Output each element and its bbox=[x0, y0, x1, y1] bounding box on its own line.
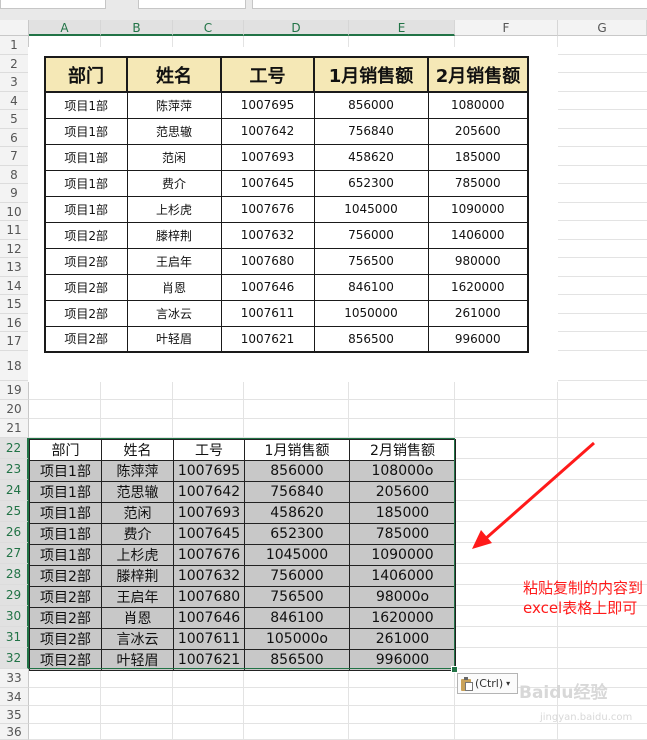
watermark-url: jingyan.baidu.com bbox=[540, 712, 633, 723]
annotation-note: 粘贴复制的内容到excel表格上即可 bbox=[523, 579, 644, 617]
red-arrow-icon bbox=[472, 441, 595, 549]
